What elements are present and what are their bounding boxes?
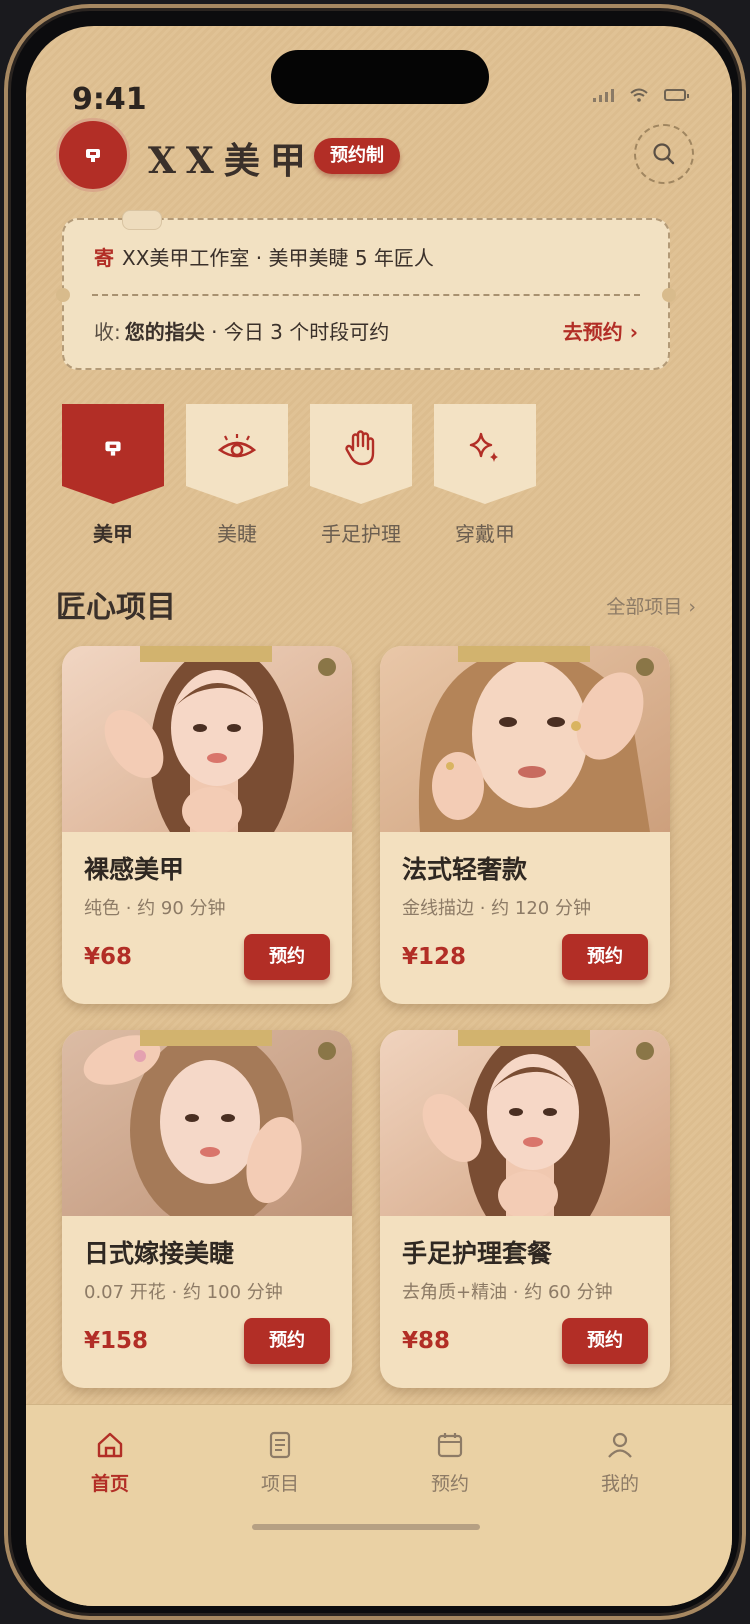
brand-name: XX美甲: [148, 140, 316, 182]
book-button[interactable]: 预约: [562, 934, 648, 980]
section-title: 匠心项目: [56, 590, 176, 625]
wifi-icon: [630, 88, 648, 102]
product-desc: 去角质+精油 · 约 60 分钟: [402, 1282, 613, 1303]
phone-frame: 9:41 XX美甲 预约制 寄 XX美甲工作室 · 美甲美睫 5 年匠人 收: 您的…: [4, 4, 746, 1620]
bottom-tab-bar: 首页 项目 预约 我的: [26, 1404, 732, 1606]
tab-home[interactable]: 首页: [65, 1427, 155, 1496]
sparkle-icon: [469, 432, 498, 462]
category-label: 美甲: [93, 522, 133, 546]
book-button[interactable]: 预约: [562, 1318, 648, 1364]
tab-profile[interactable]: 我的: [575, 1427, 665, 1496]
tab-booking[interactable]: 预约: [405, 1427, 495, 1496]
book-button[interactable]: 预约: [244, 1318, 330, 1364]
product-photo: [62, 646, 352, 832]
product-price: ¥158: [84, 1328, 149, 1354]
recipient-key: 收:: [94, 320, 121, 344]
category-flag: [186, 404, 288, 504]
card-pin: [636, 658, 654, 676]
product-desc: 0.07 开花 · 约 100 分钟: [84, 1282, 283, 1303]
status-icons: [593, 88, 689, 102]
category-press-on[interactable]: 穿戴甲: [434, 404, 536, 547]
hand-icon: [345, 430, 375, 466]
product-desc: 纯色 · 约 90 分钟: [84, 898, 226, 919]
category-label: 手足护理: [321, 522, 401, 546]
product-name: 日式嫁接美睫: [84, 1239, 235, 1268]
card-pin: [318, 658, 336, 676]
home-icon: [97, 1432, 123, 1458]
tab-label: 项目: [260, 1473, 299, 1495]
search-icon: [653, 143, 675, 165]
recipient-name: 您的指尖: [124, 320, 205, 344]
user-icon: [608, 1432, 632, 1458]
tab-label: 我的: [600, 1473, 639, 1495]
product-name: 裸感美甲: [84, 855, 185, 884]
ticket-recipient: 收: 您的指尖 · 今日 3 个时段可约: [94, 316, 389, 345]
home-indicator[interactable]: [252, 1524, 480, 1530]
recipient-text: · 今日 3 个时段可约: [204, 320, 390, 344]
ticket-tab: [122, 210, 162, 230]
category-label: 穿戴甲: [455, 522, 515, 546]
search-button[interactable]: [634, 124, 694, 184]
tab-label: 预约: [430, 1473, 469, 1495]
category-nail[interactable]: 美甲: [62, 404, 164, 547]
signal-icon: [593, 88, 614, 102]
product-name: 手足护理套餐: [402, 1239, 553, 1268]
sender-key: 寄: [94, 246, 114, 270]
ticket-sender: 寄 XX美甲工作室 · 美甲美睫 5 年匠人: [94, 242, 434, 271]
nail-polish-icon: [86, 149, 100, 162]
product-photo: [62, 1030, 352, 1216]
dynamic-island: [271, 50, 489, 104]
product-photo: [380, 1030, 670, 1216]
card-ribbon: [140, 1030, 272, 1046]
category-flag: [310, 404, 412, 504]
category-care[interactable]: 手足护理: [310, 404, 412, 547]
product-price: ¥68: [84, 944, 133, 970]
app-screen: 9:41 XX美甲 预约制 寄 XX美甲工作室 · 美甲美睫 5 年匠人 收: 您的…: [26, 26, 732, 1606]
product-price: ¥128: [402, 944, 467, 970]
ticket-divider: [92, 294, 640, 296]
list-icon: [269, 1431, 291, 1459]
category-lash[interactable]: 美睫: [186, 404, 288, 547]
card-ribbon: [458, 646, 590, 662]
product-photo: [380, 646, 670, 832]
ticket-notch: [662, 288, 676, 302]
product-desc: 金线描边 · 约 120 分钟: [402, 898, 591, 919]
book-button[interactable]: 预约: [244, 934, 330, 980]
card-pin: [318, 1042, 336, 1060]
category-label: 美睫: [217, 522, 257, 546]
battery-icon: [664, 89, 689, 101]
booking-ticket: 寄 XX美甲工作室 · 美甲美睫 5 年匠人 收: 您的指尖 · 今日 3 个时段可…: [56, 210, 676, 370]
status-time: 9:41: [72, 82, 147, 117]
nail-polish-icon: [105, 441, 121, 456]
card-ribbon: [458, 1030, 590, 1046]
product-card[interactable]: 手足护理套餐 去角质+精油 · 约 60 分钟 ¥88 预约: [380, 1030, 670, 1388]
go-book-link[interactable]: 去预约 ›: [563, 316, 638, 345]
category-flag: [434, 404, 536, 504]
product-card[interactable]: 裸感美甲 纯色 · 约 90 分钟 ¥68 预约: [62, 646, 352, 1004]
eye-icon: [217, 434, 257, 458]
card-pin: [636, 1042, 654, 1060]
tab-label: 首页: [90, 1473, 129, 1495]
booking-badge: 预约制: [314, 138, 400, 174]
calendar-icon: [437, 1433, 463, 1458]
tab-items[interactable]: 项目: [235, 1427, 325, 1496]
product-name: 法式轻奢款: [402, 855, 528, 884]
brand-logo: [56, 118, 130, 192]
product-card[interactable]: 日式嫁接美睫 0.07 开花 · 约 100 分钟 ¥158 预约: [62, 1030, 352, 1388]
card-ribbon: [140, 646, 272, 662]
category-flag: [62, 404, 164, 504]
product-price: ¥88: [402, 1328, 451, 1354]
product-card[interactable]: 法式轻奢款 金线描边 · 约 120 分钟 ¥128 预约: [380, 646, 670, 1004]
sender-text: XX美甲工作室 · 美甲美睫 5 年匠人: [122, 246, 434, 270]
all-items-link[interactable]: 全部项目 ›: [606, 592, 696, 619]
ticket-notch: [56, 288, 70, 302]
